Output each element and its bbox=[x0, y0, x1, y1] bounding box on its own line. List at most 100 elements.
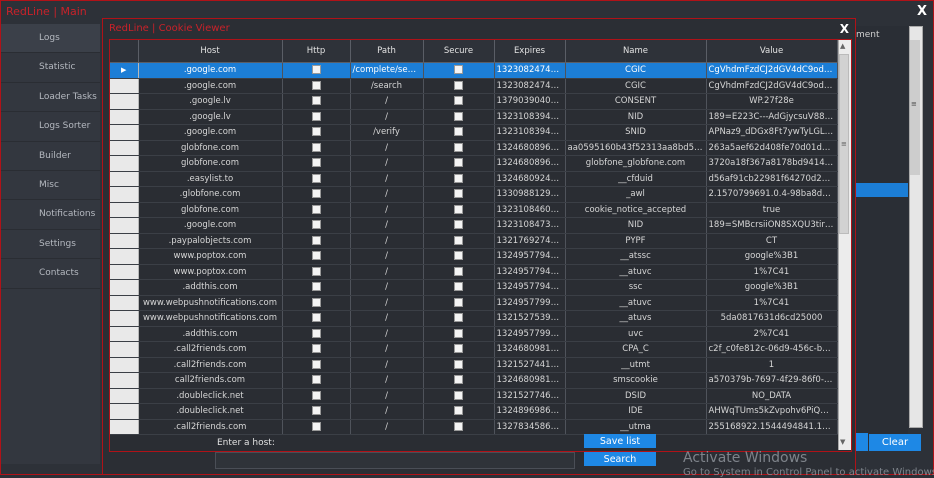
cell-value[interactable]: 263a5aef62d408fe70d01db5ebb053... bbox=[706, 140, 838, 156]
column-header-http[interactable]: Http bbox=[282, 40, 351, 63]
cell-name[interactable]: globfone_globfone.com bbox=[565, 155, 707, 172]
table-row[interactable]: call2friends.com / 1324680981099...smscook… bbox=[110, 372, 838, 389]
cell-name[interactable]: IDE bbox=[565, 403, 707, 420]
cell-path[interactable]: / bbox=[350, 403, 424, 420]
checkbox[interactable] bbox=[454, 344, 463, 354]
checkbox[interactable] bbox=[311, 251, 321, 261]
cell-name[interactable]: __utmt bbox=[565, 357, 707, 373]
checkbox[interactable] bbox=[311, 127, 321, 137]
cell-value[interactable]: a570379b-7697-4f29-86f0-ea749b0... bbox=[706, 372, 838, 389]
cell-name[interactable]: PYPF bbox=[565, 233, 707, 249]
save-list-button[interactable]: Save list bbox=[584, 434, 656, 448]
cell-host[interactable]: globfone.com bbox=[138, 155, 283, 172]
cell-host[interactable]: .google.lv bbox=[138, 93, 283, 110]
cell-host[interactable]: www.poptox.com bbox=[138, 264, 283, 280]
cell-expires[interactable]: 1324957794200... bbox=[494, 264, 566, 280]
cell-host[interactable]: .google.com bbox=[138, 78, 283, 94]
checkbox[interactable] bbox=[311, 189, 321, 199]
checkbox[interactable] bbox=[454, 251, 463, 261]
checkbox[interactable] bbox=[454, 375, 463, 385]
cell-expires[interactable]: 1327834586300... bbox=[494, 419, 566, 435]
cell-host[interactable]: .addthis.com bbox=[138, 279, 283, 296]
cell-secure[interactable] bbox=[423, 388, 495, 404]
cell-http[interactable] bbox=[282, 217, 351, 234]
cell-expires[interactable]: 1323082474634... bbox=[494, 62, 566, 79]
cell-expires[interactable]: 1324680981099... bbox=[494, 372, 566, 389]
cell-name[interactable]: uvc bbox=[565, 326, 707, 342]
cell-value[interactable]: 2.1570799691.0.4-98ba8dc4-76474... bbox=[706, 186, 838, 203]
checkbox[interactable] bbox=[311, 297, 321, 307]
cell-http[interactable] bbox=[282, 155, 351, 172]
cell-path[interactable]: / bbox=[350, 233, 424, 249]
cell-host[interactable]: .doubleclick.net bbox=[138, 388, 283, 404]
cell-value[interactable]: 189=E223C---AdGjycsuV88g-VXpsv... bbox=[706, 109, 838, 125]
checkbox[interactable] bbox=[311, 313, 321, 323]
cell-secure[interactable] bbox=[423, 186, 495, 203]
cell-secure[interactable] bbox=[423, 171, 495, 187]
cell-path[interactable]: / bbox=[350, 217, 424, 234]
background-selected-row[interactable] bbox=[856, 183, 908, 197]
cell-secure[interactable] bbox=[423, 202, 495, 218]
cell-secure[interactable] bbox=[423, 248, 495, 265]
sidebar-item-logs[interactable]: Logs bbox=[1, 24, 100, 54]
cell-http[interactable] bbox=[282, 419, 351, 435]
search-button[interactable]: Search bbox=[584, 452, 656, 466]
cell-expires[interactable]: 1321527746570... bbox=[494, 388, 566, 404]
cell-value[interactable]: 5da0817631d6cd25000 bbox=[706, 310, 838, 327]
table-row[interactable]: www.webpushnotifications.com / 13215275390… bbox=[110, 310, 838, 327]
cell-expires[interactable]: 1324957794300... bbox=[494, 279, 566, 296]
table-row[interactable]: .easylist.to / 1324680924389...__cfduidd56… bbox=[110, 171, 838, 187]
checkbox[interactable] bbox=[311, 173, 321, 183]
cell-http[interactable] bbox=[282, 109, 351, 125]
table-row[interactable]: globfone.com / 1324680896900...aa0595160b4… bbox=[110, 140, 838, 156]
scroll-down-icon[interactable]: ▼ bbox=[840, 438, 845, 446]
cell-expires[interactable]: 1324957799100... bbox=[494, 326, 566, 342]
checkbox[interactable] bbox=[311, 344, 321, 354]
checkbox[interactable] bbox=[311, 220, 321, 230]
cell-path[interactable]: / bbox=[350, 372, 424, 389]
cell-value[interactable]: 3720a18f367a8178bd941400a6956c... bbox=[706, 155, 838, 172]
cell-value[interactable]: CgVhdmFzdCJ2dGV4dC9odG1sLG... bbox=[706, 62, 838, 79]
cell-host[interactable]: .globfone.com bbox=[138, 186, 283, 203]
checkbox[interactable] bbox=[311, 359, 321, 369]
cell-name[interactable]: DSID bbox=[565, 388, 707, 404]
checkbox[interactable] bbox=[311, 390, 321, 400]
column-header-name[interactable]: Name bbox=[565, 40, 707, 63]
cell-secure[interactable] bbox=[423, 78, 495, 94]
cell-secure[interactable] bbox=[423, 326, 495, 342]
cell-http[interactable] bbox=[282, 78, 351, 94]
cell-value[interactable]: google%3B1 bbox=[706, 248, 838, 265]
cell-secure[interactable] bbox=[423, 341, 495, 358]
cell-host[interactable]: .google.com bbox=[138, 62, 283, 79]
cell-expires[interactable]: 1323108473756... bbox=[494, 217, 566, 234]
cell-path[interactable]: / bbox=[350, 186, 424, 203]
cell-path[interactable]: / bbox=[350, 155, 424, 172]
cell-name[interactable]: ssc bbox=[565, 279, 707, 296]
cell-name[interactable]: SNID bbox=[565, 124, 707, 141]
cell-value[interactable]: 255168922.1544494841.1570800212... bbox=[706, 419, 838, 435]
checkbox[interactable] bbox=[454, 328, 463, 338]
table-row[interactable]: .call2friends.com / 1324680981099...CPA_Cc… bbox=[110, 341, 838, 358]
table-row[interactable]: www.poptox.com / 1324957794200...__atuvc1%… bbox=[110, 264, 838, 280]
cell-expires[interactable]: 1324957799000... bbox=[494, 295, 566, 311]
checkbox[interactable] bbox=[454, 297, 463, 307]
table-row[interactable]: .call2friends.com / 1327834586300...__utma… bbox=[110, 419, 838, 435]
table-row[interactable]: www.poptox.com / 1324957794200...__atsscgo… bbox=[110, 248, 838, 265]
checkbox[interactable] bbox=[454, 359, 463, 369]
cell-http[interactable] bbox=[282, 62, 351, 79]
sidebar-item-misc[interactable]: Misc bbox=[1, 171, 100, 201]
checkbox[interactable] bbox=[454, 282, 463, 292]
cell-http[interactable] bbox=[282, 93, 351, 110]
cell-path[interactable]: / bbox=[350, 326, 424, 342]
cell-path[interactable]: / bbox=[350, 279, 424, 296]
sidebar-item-notifications[interactable]: Notifications bbox=[1, 200, 100, 230]
cell-host[interactable]: .call2friends.com bbox=[138, 357, 283, 373]
checkbox[interactable] bbox=[454, 65, 463, 75]
cell-path[interactable]: / bbox=[350, 264, 424, 280]
cell-name[interactable]: NID bbox=[565, 109, 707, 125]
sidebar-item-statistic[interactable]: Statistic bbox=[1, 53, 100, 83]
cell-value[interactable]: 2%7C41 bbox=[706, 326, 838, 342]
cell-value[interactable]: c2f_c0fe812c-06d9-456c-bcc9-ae7... bbox=[706, 341, 838, 358]
cell-http[interactable] bbox=[282, 171, 351, 187]
cell-http[interactable] bbox=[282, 403, 351, 420]
